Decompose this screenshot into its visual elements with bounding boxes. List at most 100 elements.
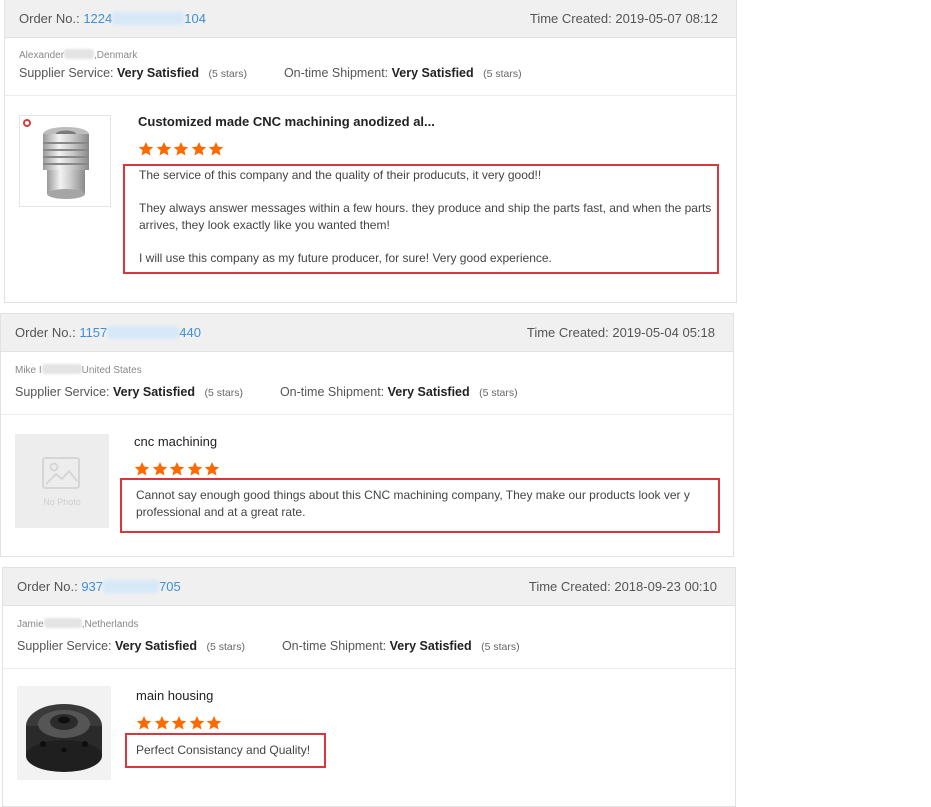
redacted-blur bbox=[43, 618, 82, 628]
buyer-name: Jamie bbox=[17, 619, 44, 630]
seller-ratings: Supplier Service: Very Satisfied (5 star… bbox=[17, 639, 520, 653]
star-icon bbox=[204, 462, 220, 476]
shipment-value: Very Satisfied bbox=[391, 66, 474, 80]
product-name[interactable]: main housing bbox=[136, 688, 213, 703]
supplier-service-value: Very Satisfied bbox=[114, 639, 197, 653]
review-paragraph: Cannot say enough good things about this… bbox=[136, 488, 690, 519]
product-thumbnail[interactable] bbox=[17, 686, 111, 780]
no-photo-label: No Photo bbox=[43, 497, 81, 507]
shipment-stars: (5 stars) bbox=[483, 68, 522, 80]
order-number: Order No.: 1157 440 bbox=[15, 325, 201, 340]
review-card-header: Order No.: 1224 104 Time Created: 2019-05… bbox=[5, 0, 736, 38]
supplier-service-stars: (5 stars) bbox=[204, 387, 243, 399]
star-icon bbox=[138, 142, 154, 156]
review-text-highlight: Cannot say enough good things about this… bbox=[120, 478, 720, 533]
order-prefix: 937 bbox=[81, 579, 104, 594]
rating-stars bbox=[138, 141, 226, 157]
star-icon bbox=[171, 716, 187, 730]
star-icon bbox=[208, 142, 224, 156]
buyer-name: Alexander bbox=[19, 50, 65, 61]
order-suffix: 440 bbox=[179, 325, 201, 340]
order-label: Order No.: bbox=[17, 579, 78, 594]
rating-stars bbox=[134, 461, 222, 477]
star-icon bbox=[191, 142, 206, 156]
redacted-blur bbox=[41, 364, 82, 374]
review-card-header: Order No.: 937 705 Time Created: 2018-09-… bbox=[3, 568, 735, 606]
product-name[interactable]: cnc machining bbox=[134, 434, 217, 449]
order-number-link[interactable]: 937 705 bbox=[81, 579, 180, 594]
star-icon bbox=[173, 142, 189, 156]
seller-ratings: Supplier Service: Very Satisfied (5 star… bbox=[19, 66, 522, 80]
product-name[interactable]: Customized made CNC machining anodized a… bbox=[138, 114, 435, 129]
star-icon bbox=[134, 462, 150, 476]
supplier-service-label: Supplier Service: bbox=[15, 385, 110, 399]
star-icon bbox=[189, 716, 204, 730]
shipment-value: Very Satisfied bbox=[389, 639, 472, 653]
order-number: Order No.: 937 705 bbox=[17, 579, 181, 594]
supplier-service-stars: (5 stars) bbox=[208, 68, 247, 80]
buyer-info: Mike I United States bbox=[15, 364, 142, 376]
image-placeholder-icon bbox=[42, 457, 80, 489]
supplier-service-label: Supplier Service: bbox=[17, 639, 112, 653]
order-number-link[interactable]: 1224 104 bbox=[83, 11, 206, 26]
shipment-label: On-time Shipment: bbox=[281, 639, 387, 653]
supplier-service-value: Very Satisfied bbox=[112, 385, 195, 399]
star-icon bbox=[169, 462, 185, 476]
product-thumbnail[interactable]: No Photo bbox=[15, 434, 109, 528]
divider bbox=[5, 95, 736, 96]
review-text-highlight: Perfect Consistancy and Quality! bbox=[125, 733, 326, 768]
cnc-anodized-part-image bbox=[43, 127, 89, 199]
supplier-service-value: Very Satisfied bbox=[116, 66, 199, 80]
rating-stars bbox=[136, 715, 224, 731]
star-icon bbox=[206, 716, 222, 730]
buyer-country: ,Denmark bbox=[94, 50, 138, 61]
star-icon bbox=[187, 462, 202, 476]
buyer-info: Alexander ,Denmark bbox=[19, 49, 137, 61]
divider bbox=[1, 414, 733, 415]
review-paragraph: They always answer messages within a few… bbox=[139, 201, 712, 232]
redacted-blur bbox=[103, 580, 160, 593]
review-card: Order No.: 1157 440 Time Created: 2019-05… bbox=[0, 313, 734, 557]
order-prefix: 1224 bbox=[83, 11, 113, 26]
star-icon bbox=[152, 462, 167, 476]
review-text-highlight: The service of this company and the qual… bbox=[123, 164, 719, 274]
review-paragraph: The service of this company and the qual… bbox=[139, 168, 542, 182]
seller-ratings: Supplier Service: Very Satisfied (5 star… bbox=[15, 385, 518, 399]
product-thumbnail[interactable] bbox=[19, 115, 111, 207]
review-card: Order No.: 1224 104 Time Created: 2019-05… bbox=[4, 0, 737, 303]
redacted-blur bbox=[112, 12, 185, 25]
badge-icon bbox=[23, 119, 31, 127]
redacted-blur bbox=[107, 326, 180, 339]
order-prefix: 1157 bbox=[79, 325, 108, 340]
supplier-service-stars: (5 stars) bbox=[206, 641, 245, 653]
review-paragraph: I will use this company as my future pro… bbox=[139, 251, 552, 265]
shipment-label: On-time Shipment: bbox=[283, 66, 389, 80]
shipment-value: Very Satisfied bbox=[387, 385, 470, 399]
order-suffix: 104 bbox=[184, 11, 206, 26]
buyer-info: Jamie ,Netherlands bbox=[17, 618, 138, 630]
order-number-link[interactable]: 1157 440 bbox=[79, 325, 201, 340]
order-label: Order No.: bbox=[15, 325, 76, 340]
time-created: Time Created: 2019-05-04 05:18 bbox=[526, 325, 715, 340]
buyer-country: ,Netherlands bbox=[81, 619, 139, 630]
black-housing-part-image bbox=[17, 686, 111, 780]
time-created: Time Created: 2019-05-07 08:12 bbox=[529, 11, 718, 26]
buyer-name: Mike I bbox=[15, 365, 42, 376]
order-number: Order No.: 1224 104 bbox=[19, 11, 206, 26]
star-icon bbox=[136, 716, 152, 730]
buyer-country: United States bbox=[81, 365, 142, 376]
order-label: Order No.: bbox=[19, 11, 80, 26]
redacted-blur bbox=[64, 49, 95, 59]
shipment-stars: (5 stars) bbox=[481, 641, 520, 653]
review-card-header: Order No.: 1157 440 Time Created: 2019-05… bbox=[1, 314, 733, 352]
supplier-service-label: Supplier Service: bbox=[19, 66, 114, 80]
review-card: Order No.: 937 705 Time Created: 2018-09-… bbox=[2, 567, 736, 807]
time-created: Time Created: 2018-09-23 00:10 bbox=[528, 579, 717, 594]
order-suffix: 705 bbox=[159, 579, 181, 594]
star-icon bbox=[156, 142, 171, 156]
shipment-stars: (5 stars) bbox=[479, 387, 518, 399]
review-paragraph: Perfect Consistancy and Quality! bbox=[136, 743, 311, 757]
shipment-label: On-time Shipment: bbox=[279, 385, 385, 399]
divider bbox=[3, 668, 735, 669]
star-icon bbox=[154, 716, 169, 730]
